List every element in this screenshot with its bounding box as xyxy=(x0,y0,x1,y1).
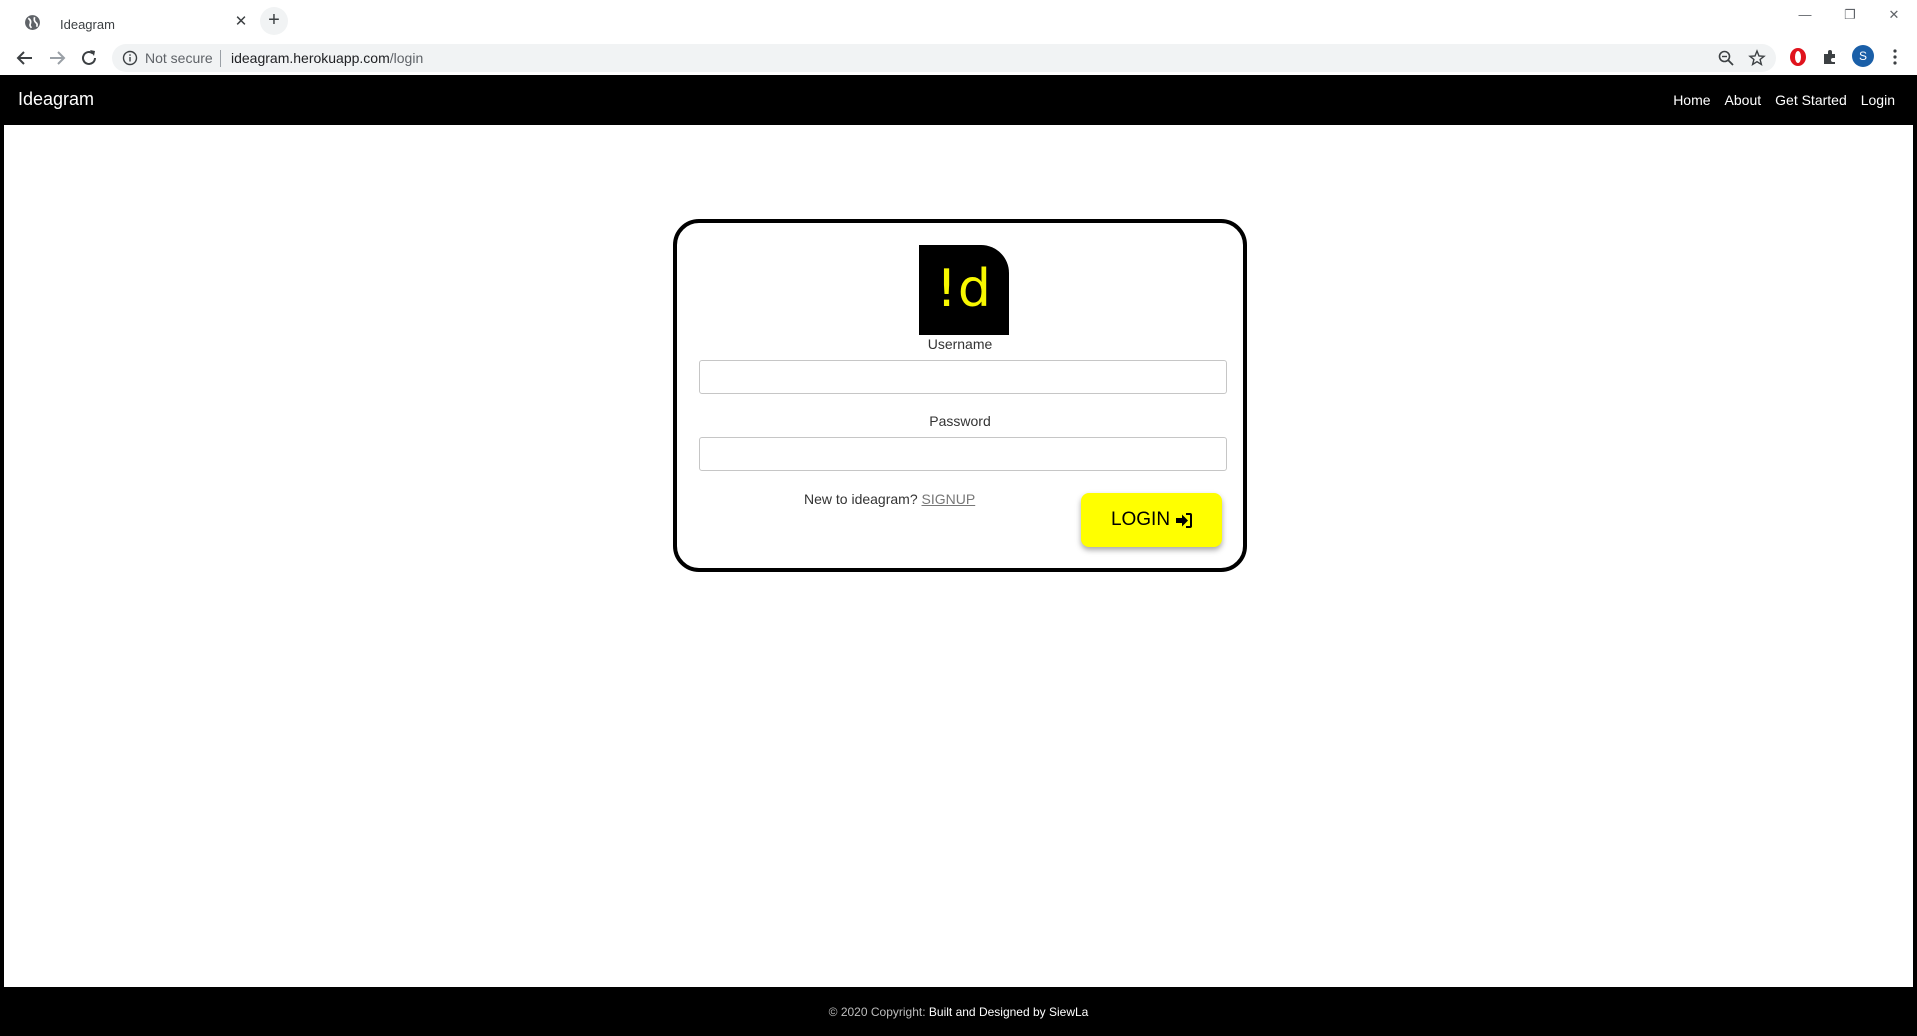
signup-prompt-text: New to ideagram? xyxy=(804,491,918,507)
login-button-label: LOGIN xyxy=(1110,509,1171,530)
password-label: Password xyxy=(929,413,991,429)
address-bar[interactable]: Not secure ideagram.herokuapp.com/login xyxy=(112,44,1776,72)
url-host: ideagram.herokuapp.com xyxy=(231,50,390,66)
footer-text: © 2020 Copyright: Built and Designed by … xyxy=(0,1005,1917,1019)
globe-icon xyxy=(25,15,40,30)
url-path: /login xyxy=(389,50,424,66)
bookmark-star-icon[interactable] xyxy=(1748,49,1766,67)
browser-toolbar: Not secure ideagram.herokuapp.com/login xyxy=(0,41,1917,75)
nav-link-get-started[interactable]: Get Started xyxy=(1775,92,1847,108)
site-navbar: Ideagram Home About Get Started Login xyxy=(0,75,1917,125)
page-border-left xyxy=(0,125,4,987)
tab-close-icon[interactable]: ✕ xyxy=(230,11,252,33)
brand-logo-text[interactable]: Ideagram xyxy=(18,89,94,110)
browser-menu-icon[interactable] xyxy=(1885,47,1905,67)
minimize-icon[interactable]: — xyxy=(1785,3,1825,27)
zoom-icon[interactable] xyxy=(1717,49,1735,67)
profile-avatar[interactable]: S xyxy=(1852,45,1874,67)
opera-extension-icon[interactable] xyxy=(1788,47,1808,67)
nav-link-about[interactable]: About xyxy=(1725,92,1762,108)
omnibox-divider xyxy=(220,50,221,67)
url-text[interactable]: ideagram.herokuapp.com/login xyxy=(231,50,423,66)
browser-tab-strip: Ideagram ✕ + — ❐ ✕ xyxy=(0,0,1917,41)
footer-copyright: © 2020 Copyright: xyxy=(828,1005,926,1019)
ideagram-logo: !d xyxy=(919,245,1009,335)
reload-icon[interactable] xyxy=(77,46,101,70)
tab-title: Ideagram xyxy=(60,17,115,32)
nav-link-home[interactable]: Home xyxy=(1673,92,1710,108)
nav-link-login[interactable]: Login xyxy=(1861,92,1895,108)
extensions-puzzle-icon[interactable] xyxy=(1820,47,1840,67)
sign-in-icon xyxy=(1176,512,1193,528)
nav-links: Home About Get Started Login xyxy=(1673,92,1895,108)
logo-text: !d xyxy=(936,259,992,319)
browser-tab[interactable]: Ideagram ✕ xyxy=(12,4,252,41)
login-button[interactable]: LOGIN xyxy=(1081,493,1222,547)
new-tab-button[interactable]: + xyxy=(260,7,288,35)
page-border-right xyxy=(1913,125,1917,987)
site-footer: © 2020 Copyright: Built and Designed by … xyxy=(0,987,1917,1036)
username-input[interactable] xyxy=(699,360,1227,394)
window-close-icon[interactable]: ✕ xyxy=(1874,3,1914,27)
back-arrow-icon[interactable] xyxy=(13,46,37,70)
restore-icon[interactable]: ❐ xyxy=(1830,3,1870,27)
signup-link[interactable]: SIGNUP xyxy=(922,491,976,507)
forward-arrow-icon[interactable] xyxy=(45,46,69,70)
security-status[interactable]: Not secure xyxy=(145,50,213,66)
login-card: !d Username Password New to ideagram? SI… xyxy=(673,219,1247,572)
username-label: Username xyxy=(927,336,993,352)
signup-prompt: New to ideagram? SIGNUP xyxy=(804,491,975,507)
footer-credit: Built and Designed by SiewLa xyxy=(928,1005,1089,1019)
info-icon[interactable] xyxy=(122,50,138,66)
password-input[interactable] xyxy=(699,437,1227,471)
